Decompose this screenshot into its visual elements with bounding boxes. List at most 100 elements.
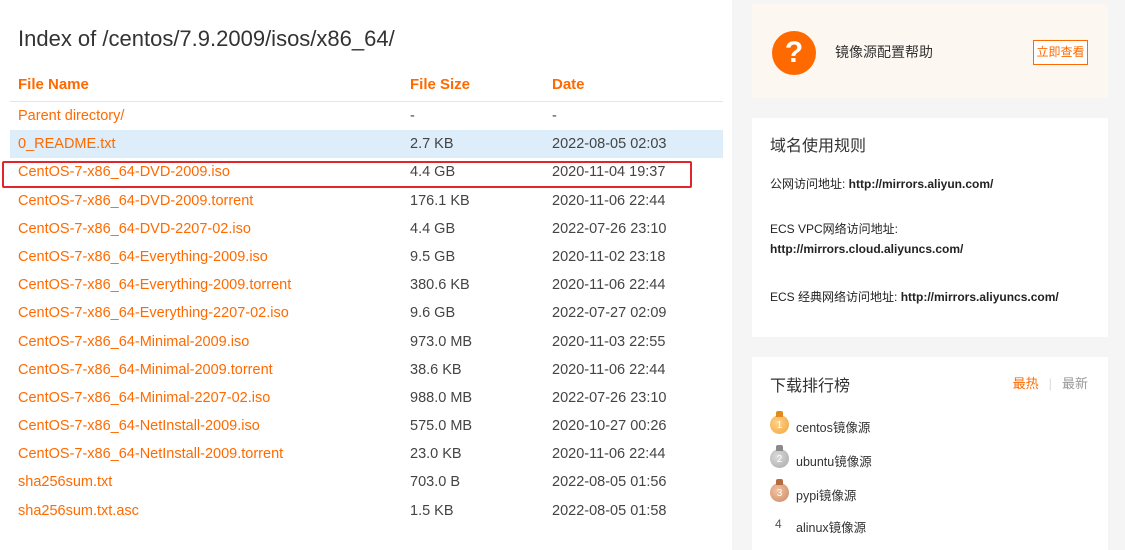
file-date: 2020-11-03 22:55 bbox=[552, 333, 666, 350]
file-size: 38.6 KB bbox=[410, 361, 462, 378]
classic-address-rule: ECS 经典网络访问地址: http://mirrors.aliyuncs.co… bbox=[770, 288, 1059, 305]
file-link[interactable]: sha256sum.txt.asc bbox=[18, 503, 139, 519]
table-row: CentOS-7-x86_64-Everything-2207-02.iso 9… bbox=[10, 299, 723, 327]
classic-address-label: ECS 经典网络访问地址: bbox=[770, 290, 901, 304]
file-size: 23.0 KB bbox=[410, 446, 462, 463]
classic-address-url: http://mirrors.aliyuncs.com/ bbox=[900, 290, 1059, 304]
table-row: Parent directory/ - - bbox=[10, 102, 723, 130]
header-date: Date bbox=[552, 76, 585, 93]
file-date: 2022-08-05 01:58 bbox=[552, 502, 667, 519]
table-row: CentOS-7-x86_64-Everything-2009.torrent … bbox=[10, 271, 723, 299]
table-row: sha256sum.txt.asc 1.5 KB 2022-08-05 01:5… bbox=[10, 497, 723, 525]
file-size: 176.1 KB bbox=[410, 192, 470, 209]
file-size: 973.0 MB bbox=[410, 333, 473, 350]
file-link-dvd-iso[interactable]: CentOS-7-x86_64-DVD-2009.iso bbox=[18, 164, 230, 180]
file-date: 2020-11-04 19:37 bbox=[552, 164, 666, 181]
vpc-address-url: http://mirrors.cloud.aliyuncs.com/ bbox=[770, 242, 964, 256]
ranking-title: 下载排行榜 bbox=[770, 378, 851, 395]
file-size: 4.4 GB bbox=[410, 164, 456, 181]
file-link[interactable]: CentOS-7-x86_64-DVD-2009.torrent bbox=[18, 193, 253, 209]
table-row-hovered: 0_README.txt 2.7 KB 2022-08-05 02:03 bbox=[10, 130, 723, 159]
public-address-url: http://mirrors.aliyun.com/ bbox=[848, 177, 994, 191]
ranking-item-label[interactable]: centos镜像源 bbox=[796, 417, 870, 436]
file-date: 2022-08-05 01:56 bbox=[552, 474, 667, 491]
rank-number: 4 bbox=[775, 517, 782, 531]
file-date: - bbox=[552, 108, 557, 124]
silver-medal-icon: 2 bbox=[770, 445, 789, 468]
file-link[interactable]: 0_README.txt bbox=[18, 136, 116, 152]
file-link[interactable]: CentOS-7-x86_64-Minimal-2009.torrent bbox=[18, 362, 273, 378]
ranking-item-label[interactable]: ubuntu镜像源 bbox=[796, 451, 872, 470]
file-link[interactable]: CentOS-7-x86_64-NetInstall-2009.iso bbox=[18, 418, 260, 434]
file-link[interactable]: CentOS-7-x86_64-Everything-2009.torrent bbox=[18, 277, 291, 293]
bronze-medal-icon: 3 bbox=[770, 479, 789, 502]
table-row: CentOS-7-x86_64-Minimal-2009.torrent 38.… bbox=[10, 356, 723, 384]
file-date: 2020-10-27 00:26 bbox=[552, 418, 667, 435]
table-row: CentOS-7-x86_64-Everything-2009.iso 9.5 … bbox=[10, 243, 723, 271]
file-size: 703.0 B bbox=[410, 474, 460, 491]
file-date: 2020-11-06 22:44 bbox=[552, 192, 666, 209]
file-size: - bbox=[410, 108, 415, 124]
file-table: Parent directory/ - - 0_README.txt 2.7 K… bbox=[10, 102, 723, 525]
page: Index of /centos/7.9.2009/isos/x86_64/ F… bbox=[0, 0, 1125, 550]
table-row: CentOS-7-x86_64-Minimal-2009.iso 973.0 M… bbox=[10, 328, 723, 356]
file-date: 2022-07-26 23:10 bbox=[552, 389, 667, 406]
tab-newest[interactable]: 最新 bbox=[1062, 376, 1088, 391]
table-row: CentOS-7-x86_64-DVD-2207-02.iso 4.4 GB 2… bbox=[10, 215, 723, 243]
table-row: CentOS-7-x86_64-Minimal-2207-02.iso 988.… bbox=[10, 384, 723, 412]
file-size: 2.7 KB bbox=[410, 136, 454, 153]
file-date: 2020-11-06 22:44 bbox=[552, 277, 666, 294]
table-row: CentOS-7-x86_64-NetInstall-2009.torrent … bbox=[10, 440, 723, 468]
tab-divider: | bbox=[1048, 376, 1052, 391]
rules-title: 域名使用规则 bbox=[770, 138, 867, 155]
file-size: 1.5 KB bbox=[410, 502, 454, 519]
table-row: CentOS-7-x86_64-DVD-2009.torrent 176.1 K… bbox=[10, 187, 723, 215]
public-address-rule: 公网访问地址: http://mirrors.aliyun.com/ bbox=[770, 175, 993, 192]
table-row-selected: CentOS-7-x86_64-DVD-2009.iso 4.4 GB 2020… bbox=[10, 158, 723, 186]
download-ranking-card: 下载排行榜 最热 | 最新 1 centos镜像源 2 ubuntu镜像源 3 py… bbox=[752, 357, 1108, 550]
file-link[interactable]: CentOS-7-x86_64-Everything-2009.iso bbox=[18, 249, 268, 265]
ranking-item-label[interactable]: alinux镜像源 bbox=[796, 517, 866, 536]
parent-directory-link[interactable]: Parent directory/ bbox=[18, 108, 124, 124]
file-date: 2022-07-26 23:10 bbox=[552, 220, 667, 237]
table-row: sha256sum.txt 703.0 B 2022-08-05 01:56 bbox=[10, 468, 723, 496]
domain-rules-card: 域名使用规则 公网访问地址: http://mirrors.aliyun.com… bbox=[752, 118, 1108, 337]
file-link[interactable]: CentOS-7-x86_64-Everything-2207-02.iso bbox=[18, 305, 289, 321]
file-link[interactable]: CentOS-7-x86_64-Minimal-2207-02.iso bbox=[18, 390, 270, 406]
view-now-button[interactable]: 立即查看 bbox=[1033, 40, 1088, 65]
table-header: File Name File Size Date bbox=[10, 72, 723, 102]
ranking-item-label[interactable]: pypi镜像源 bbox=[796, 485, 856, 504]
vpc-address-label: ECS VPC网络访问地址: bbox=[770, 222, 899, 236]
header-file-name: File Name bbox=[18, 76, 89, 93]
ranking-tabs: 最热 | 最新 bbox=[1013, 373, 1088, 392]
header-file-size: File Size bbox=[410, 76, 471, 93]
file-date: 2020-11-06 22:44 bbox=[552, 446, 666, 463]
file-size: 4.4 GB bbox=[410, 220, 456, 237]
tab-hottest[interactable]: 最热 bbox=[1013, 376, 1039, 391]
gold-medal-icon: 1 bbox=[770, 411, 789, 434]
file-size: 9.6 GB bbox=[410, 305, 456, 322]
file-size: 380.6 KB bbox=[410, 277, 470, 294]
file-size: 9.5 GB bbox=[410, 248, 456, 265]
file-link[interactable]: CentOS-7-x86_64-Minimal-2009.iso bbox=[18, 334, 249, 350]
rank-number: 3 bbox=[776, 488, 783, 499]
file-date: 2020-11-06 22:44 bbox=[552, 361, 666, 378]
file-listing-panel: Index of /centos/7.9.2009/isos/x86_64/ F… bbox=[0, 0, 732, 550]
file-date: 2020-11-02 23:18 bbox=[552, 248, 666, 265]
public-address-label: 公网访问地址: bbox=[770, 177, 849, 191]
rank-number: 2 bbox=[776, 454, 783, 465]
table-row: CentOS-7-x86_64-NetInstall-2009.iso 575.… bbox=[10, 412, 723, 440]
help-title: 镜像源配置帮助 bbox=[835, 44, 933, 60]
page-title: Index of /centos/7.9.2009/isos/x86_64/ bbox=[18, 26, 395, 51]
vpc-address-rule: http://mirrors.cloud.aliyuncs.com/ bbox=[770, 242, 963, 256]
file-date: 2022-07-27 02:09 bbox=[552, 305, 667, 322]
question-icon: ? bbox=[772, 31, 816, 75]
file-date: 2022-08-05 02:03 bbox=[552, 136, 667, 153]
file-link[interactable]: CentOS-7-x86_64-NetInstall-2009.torrent bbox=[18, 446, 283, 462]
file-size: 575.0 MB bbox=[410, 418, 473, 435]
file-size: 988.0 MB bbox=[410, 389, 473, 406]
help-card: ? 镜像源配置帮助 立即查看 bbox=[752, 4, 1108, 98]
file-link[interactable]: sha256sum.txt bbox=[18, 474, 112, 490]
rank-number: 1 bbox=[776, 420, 783, 431]
file-link[interactable]: CentOS-7-x86_64-DVD-2207-02.iso bbox=[18, 221, 251, 237]
